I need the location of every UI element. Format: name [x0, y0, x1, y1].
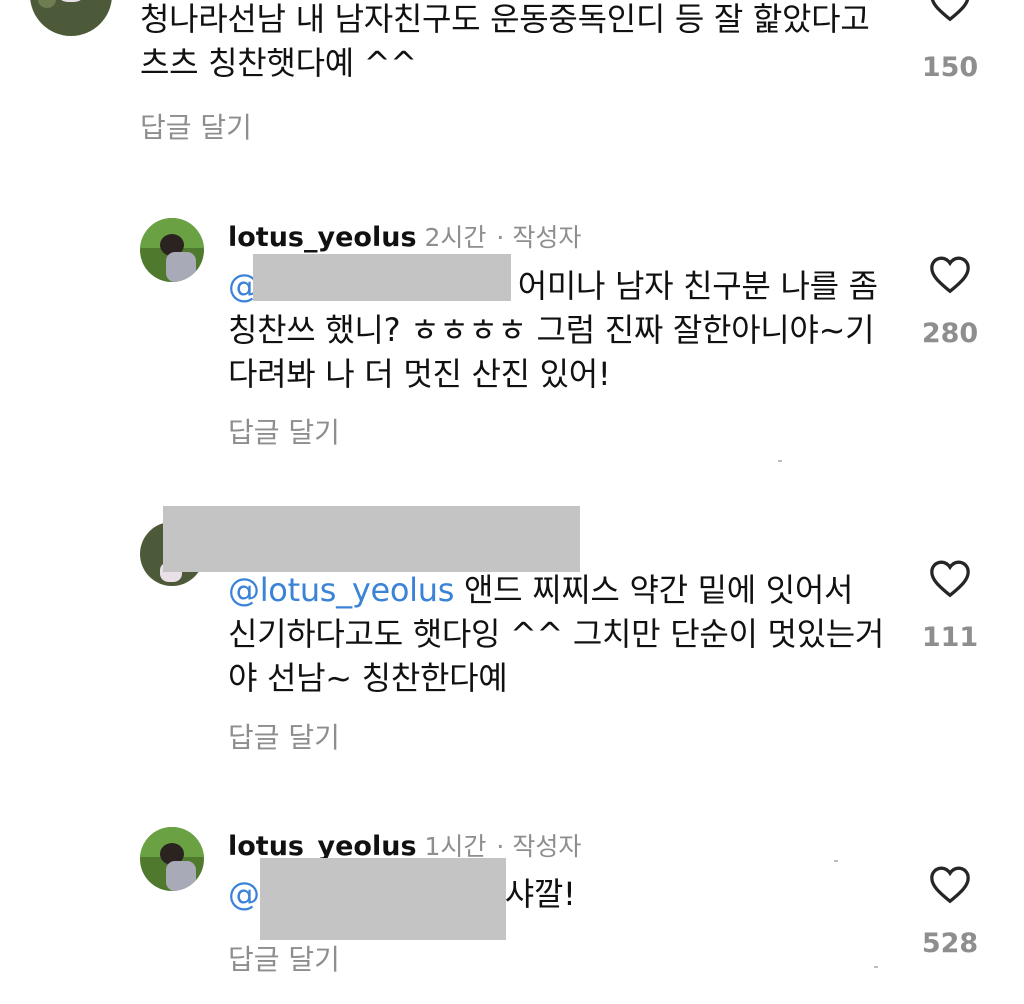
comment-text: 청나라선남 내 남자친구도 운동중독인디 등 잘 핥았다고 츠츠 칭찬햇다예 ^…	[140, 0, 870, 82]
reply-button[interactable]: 답글 달기	[140, 106, 252, 146]
author-avatar[interactable]	[140, 218, 204, 282]
reply-button[interactable]: 답글 달기	[228, 938, 340, 978]
comment-text: @lotus_yeolus 앤드 찌찌스 약간 밑에 잇어서 신기하다고도 햇다…	[228, 571, 885, 697]
divider-dot	[874, 966, 878, 968]
like-heart-icon[interactable]	[928, 0, 972, 22]
reply-button[interactable]: 답글 달기	[228, 716, 340, 756]
author-badge: · 작성자	[496, 223, 582, 252]
reply-button[interactable]: 답글 달기	[228, 411, 340, 451]
like-count: 150	[921, 52, 979, 83]
author-avatar[interactable]	[140, 827, 204, 891]
like-heart-icon[interactable]	[928, 254, 972, 294]
commenter-avatar[interactable]	[30, 0, 112, 36]
like-count: 528	[921, 928, 979, 959]
mention-link[interactable]: @	[228, 875, 260, 913]
divider-dot	[778, 460, 782, 462]
comment-time: 2시간	[424, 223, 487, 252]
like-heart-icon[interactable]	[928, 864, 972, 904]
author-badge: · 작성자	[496, 832, 582, 861]
divider-dot	[834, 860, 838, 862]
like-heart-icon[interactable]	[928, 558, 972, 598]
redacted-username	[163, 506, 580, 572]
redacted-mention	[260, 858, 506, 940]
like-count: 280	[921, 318, 979, 349]
username-text[interactable]: lotus_yeolus	[228, 222, 417, 253]
like-count: 111	[921, 622, 979, 653]
comment-time: 1시간	[424, 832, 487, 861]
redacted-mention	[253, 254, 511, 301]
comment-username[interactable]: lotus_yeolus 2시간 · 작성자	[228, 218, 581, 254]
mention-link[interactable]: @lotus_yeolus	[228, 571, 454, 609]
